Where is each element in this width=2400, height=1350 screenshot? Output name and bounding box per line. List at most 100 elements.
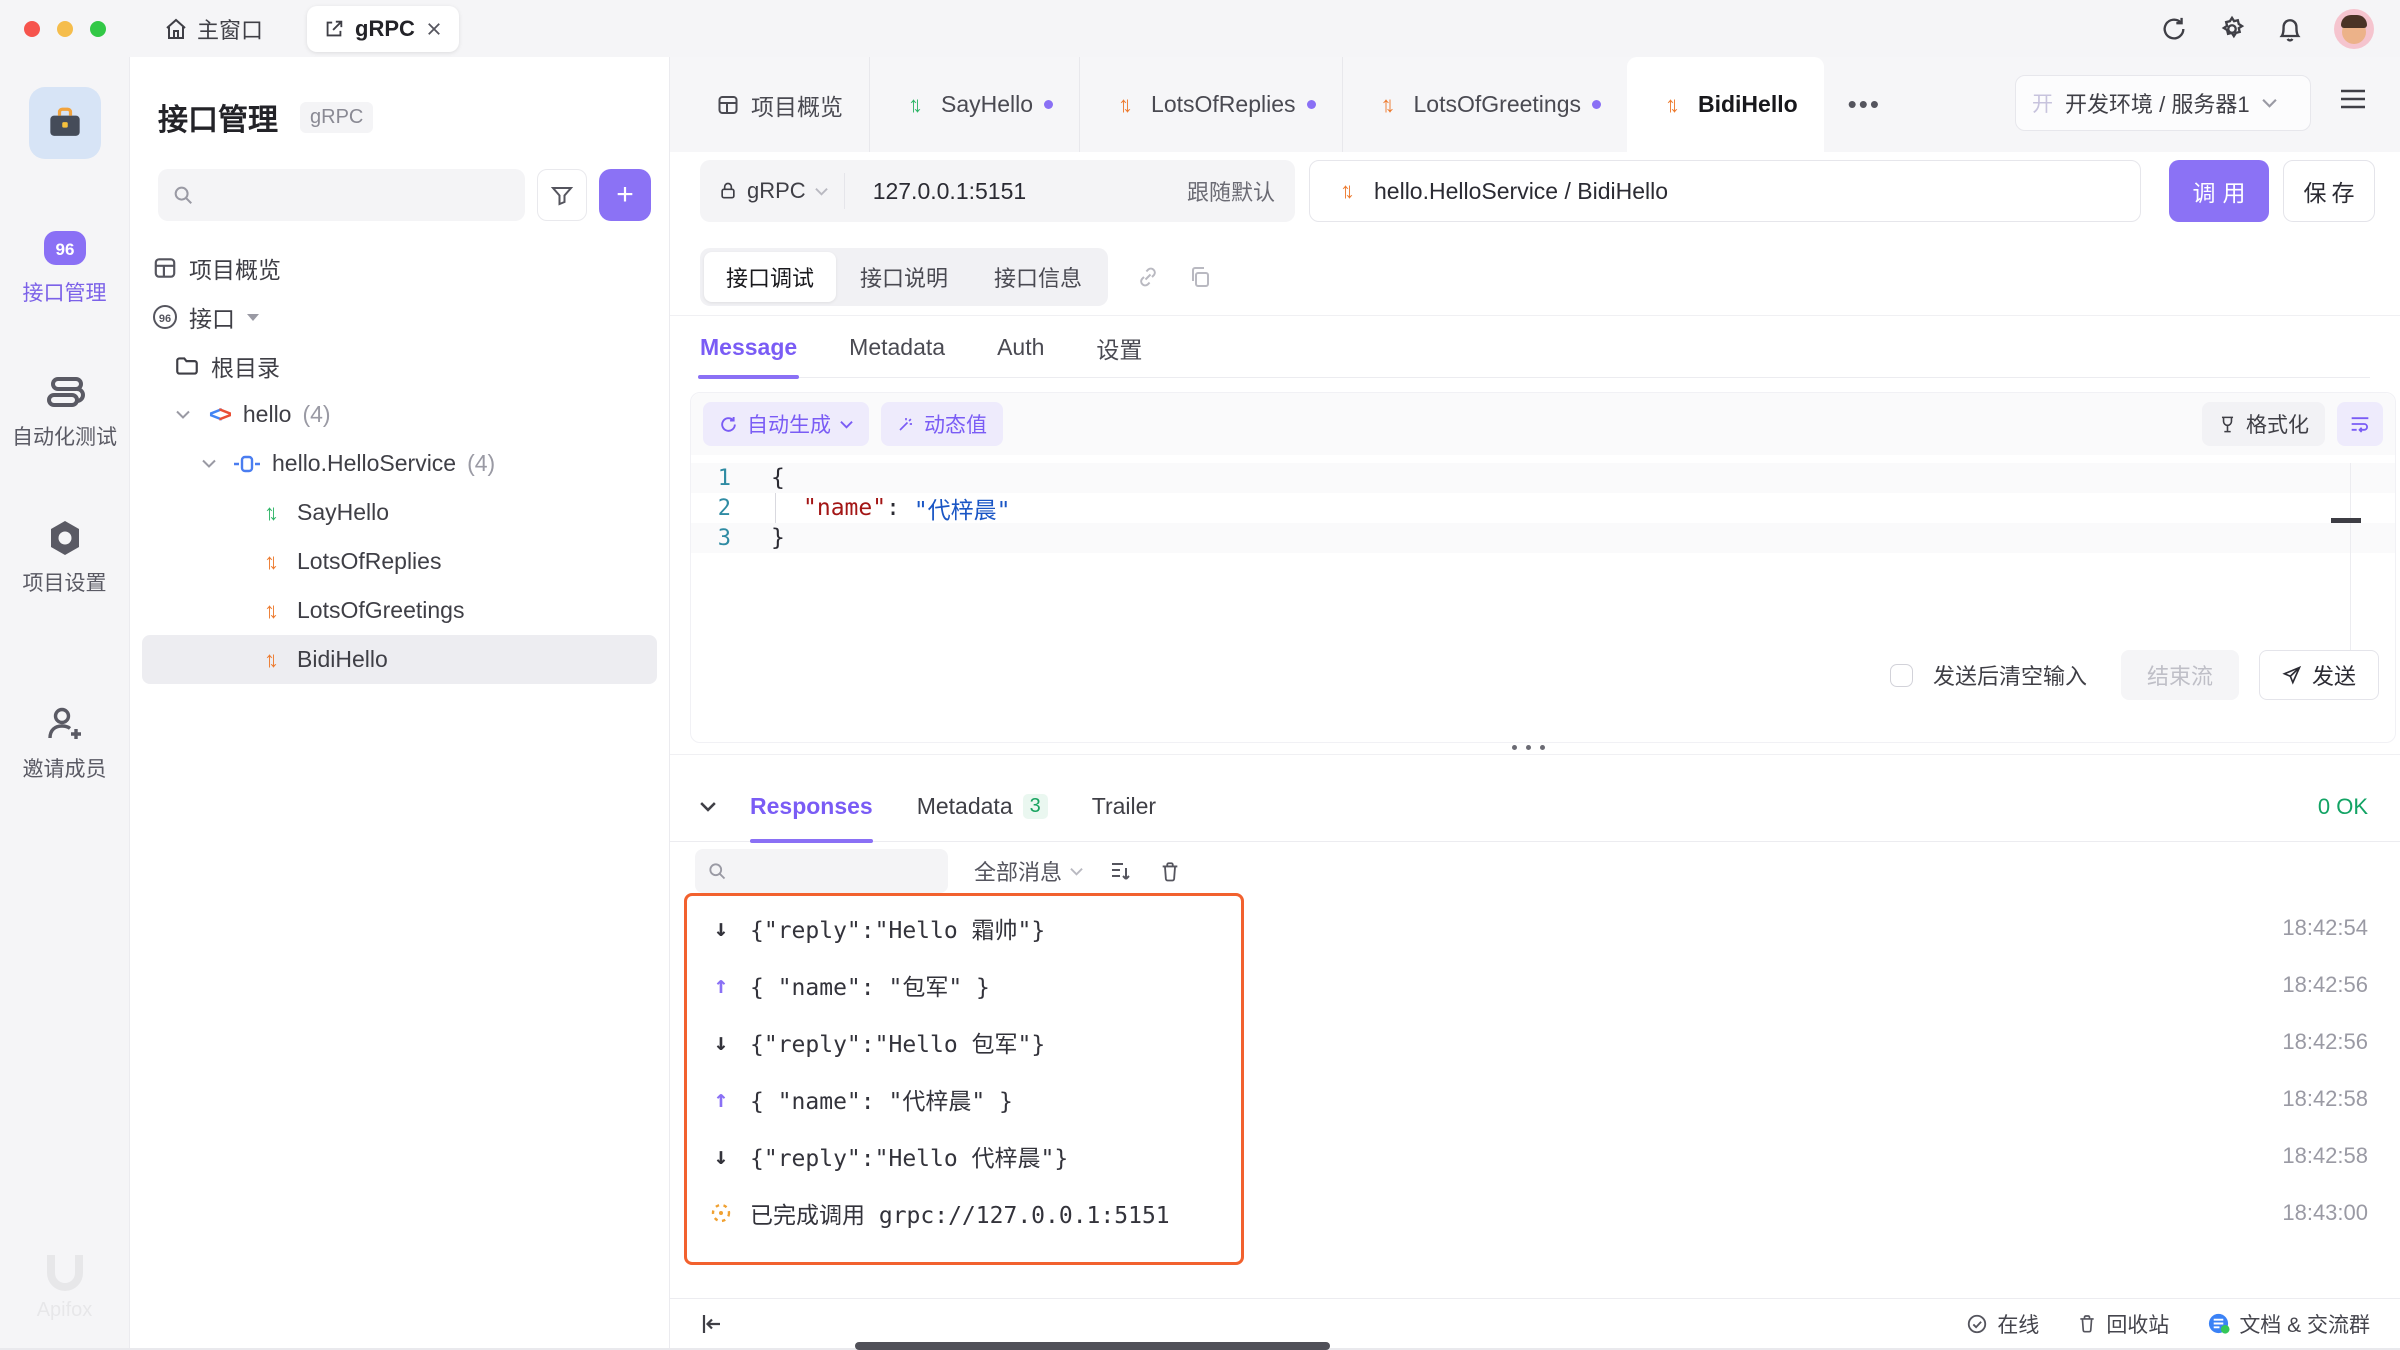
refresh-icon[interactable] — [2160, 15, 2188, 43]
chevron-down-icon[interactable] — [176, 410, 190, 419]
chevron-down-icon[interactable] — [202, 459, 216, 468]
rail-item-auto-test[interactable]: 自动化测试 — [12, 375, 117, 451]
notifications-bell-icon[interactable] — [2276, 15, 2304, 43]
stream-message-row[interactable]: ↓ {"reply":"Hello 霜帅"} 18:42:54 — [684, 899, 2386, 956]
tab-bidihello-active[interactable]: ↑↓ BidiHello — [1627, 57, 1824, 152]
tab-lotsofgreetings[interactable]: ↑↓ LotsOfGreetings — [1343, 57, 1627, 152]
search-icon — [172, 184, 194, 206]
clear-messages-trash-icon[interactable] — [1159, 860, 1181, 883]
tab-sayhello[interactable]: ↑↓ SayHello — [870, 57, 1080, 152]
response-search[interactable] — [695, 849, 948, 893]
dropdown-caret-icon[interactable] — [246, 312, 260, 322]
tab-api-info[interactable]: 接口信息 — [972, 252, 1104, 302]
follow-default-label[interactable]: 跟随默认 — [1187, 175, 1295, 207]
close-window-button[interactable] — [24, 21, 40, 37]
json-editor[interactable]: 1 { 2 "name": "代梓晨" 3 } — [691, 455, 2395, 553]
rail-label: 邀请成员 — [23, 753, 107, 783]
close-tab-icon[interactable] — [425, 20, 443, 38]
more-tabs-button[interactable]: ••• — [1824, 57, 1905, 152]
grpc-window-tab[interactable]: gRPC — [307, 6, 459, 52]
editor-scroll-marker[interactable] — [2331, 518, 2361, 523]
share-link-icon[interactable] — [1136, 265, 1160, 289]
environment-selector[interactable]: 开 开发环境 / 服务器1 — [2015, 75, 2311, 131]
tree-item-method-lotsofgreetings[interactable]: ↑↓ LotsOfGreetings — [130, 586, 669, 635]
word-wrap-button[interactable] — [2337, 402, 2383, 446]
response-search-input[interactable] — [735, 859, 936, 883]
overview-grid-icon — [152, 255, 178, 281]
stream-message-list: ↓ {"reply":"Hello 霜帅"} 18:42:54 ↑ { "nam… — [684, 899, 2386, 1241]
invoke-button[interactable]: 调用 — [2169, 160, 2269, 222]
tree-item-method-lotsofreplies[interactable]: ↑↓ LotsOfReplies — [130, 537, 669, 586]
rail-item-invite[interactable]: 邀请成员 — [23, 705, 107, 783]
auto-generate-button[interactable]: 自动生成 — [703, 402, 869, 446]
tree-item-project-overview[interactable]: 项目概览 — [130, 243, 669, 292]
tree-item-method-sayhello[interactable]: ↑↓ SayHello — [130, 488, 669, 537]
window-titlebar: 主窗口 gRPC — [0, 0, 2400, 57]
project-settings-icon — [45, 519, 85, 557]
tab-settings[interactable]: 设置 — [1096, 318, 1142, 378]
splitter-handle[interactable] — [1512, 745, 1545, 750]
user-avatar[interactable] — [2334, 9, 2374, 49]
tab-response-metadata[interactable]: Metadata 3 — [917, 772, 1048, 842]
server-address-input[interactable]: 127.0.0.1:5151 — [845, 178, 1187, 205]
menu-hamburger-icon[interactable] — [2338, 87, 2368, 111]
maximize-window-button[interactable] — [90, 21, 106, 37]
stream-message-row[interactable]: ↓ {"reply":"Hello 包军"} 18:42:56 — [684, 1013, 2386, 1070]
tree-item-hello-service[interactable]: hello.HelloService (4) — [130, 439, 669, 488]
format-button[interactable]: 格式化 — [2202, 402, 2325, 446]
service-icon — [233, 454, 261, 474]
tab-auth[interactable]: Auth — [997, 318, 1044, 378]
tab-lotsofreplies[interactable]: ↑↓ LotsOfReplies — [1080, 57, 1342, 152]
tree-item-proto-hello[interactable]: <> hello (4) — [130, 390, 669, 439]
unsaved-dot — [1044, 100, 1053, 109]
docs-community[interactable]: 文档 & 交流群 — [2207, 1309, 2370, 1339]
tree-item-method-bidihello[interactable]: ↑↓ BidiHello — [142, 635, 657, 684]
clear-after-send-checkbox[interactable] — [1890, 664, 1913, 687]
save-button[interactable]: 保存 — [2283, 160, 2375, 222]
grpc-tab-label: gRPC — [355, 16, 415, 42]
sort-order-icon[interactable] — [1109, 860, 1133, 882]
message-filter-select[interactable]: 全部消息 — [974, 855, 1083, 887]
request-url-row: gRPC 127.0.0.1:5151 跟随默认 ↑↓ hello.HelloS… — [700, 160, 2375, 222]
tab-responses[interactable]: Responses — [750, 772, 873, 842]
rail-item-project-settings[interactable]: 项目设置 — [23, 519, 107, 597]
search-icon — [707, 861, 727, 881]
sidebar-search[interactable] — [158, 169, 525, 221]
stream-complete-row[interactable]: 已完成调用 grpc://127.0.0.1:5151 18:43:00 — [684, 1184, 2386, 1241]
rail-item-api-manage[interactable]: 96 接口管理 — [23, 229, 107, 307]
stream-message-row[interactable]: ↑ { "name": "包军" } 18:42:56 — [684, 956, 2386, 1013]
tab-metadata[interactable]: Metadata — [849, 318, 945, 378]
protocol-select[interactable]: gRPC — [700, 173, 845, 209]
unsaved-dot — [1592, 100, 1601, 109]
tab-project-overview[interactable]: 项目概览 — [690, 57, 870, 152]
add-api-button[interactable]: + — [599, 169, 651, 221]
tab-message[interactable]: Message — [700, 318, 797, 378]
tree-item-api-section[interactable]: 96 接口 — [130, 292, 669, 341]
send-button[interactable]: 发送 — [2259, 650, 2379, 700]
stream-message-row[interactable]: ↓ {"reply":"Hello 代梓晨"} 18:42:58 — [684, 1127, 2386, 1184]
sidebar-search-input[interactable] — [204, 182, 511, 208]
collapse-chevron-icon[interactable] — [700, 801, 716, 812]
copy-icon[interactable] — [1188, 265, 1212, 289]
online-status[interactable]: 在线 — [1966, 1309, 2039, 1339]
tab-api-docs[interactable]: 接口说明 — [838, 252, 970, 302]
pane-splitter[interactable] — [670, 754, 2400, 755]
stream-message-row[interactable]: ↑ { "name": "代梓晨" } 18:42:58 — [684, 1070, 2386, 1127]
recycle-bin[interactable]: 回收站 — [2077, 1309, 2169, 1339]
tab-trailer[interactable]: Trailer — [1092, 772, 1156, 842]
metadata-count-badge: 3 — [1023, 794, 1048, 819]
end-stream-button[interactable]: 结束流 — [2121, 650, 2239, 700]
call-complete-icon — [708, 1201, 734, 1225]
collapse-panel-icon[interactable] — [700, 1313, 724, 1335]
tab-api-debug[interactable]: 接口调试 — [704, 252, 836, 302]
tree-item-root-folder[interactable]: 根目录 — [130, 341, 669, 390]
service-method-input[interactable]: ↑↓ hello.HelloService / BidiHello — [1309, 160, 2141, 222]
minimize-window-button[interactable] — [57, 21, 73, 37]
main-window-tab[interactable]: 主窗口 — [164, 13, 263, 45]
dynamic-value-button[interactable]: 动态值 — [881, 402, 1003, 446]
settings-gear-icon[interactable] — [2218, 15, 2246, 43]
filter-button[interactable] — [537, 169, 587, 221]
proto-file-icon: <> — [209, 401, 232, 428]
project-icon[interactable] — [29, 87, 101, 159]
invite-member-icon — [44, 705, 86, 743]
